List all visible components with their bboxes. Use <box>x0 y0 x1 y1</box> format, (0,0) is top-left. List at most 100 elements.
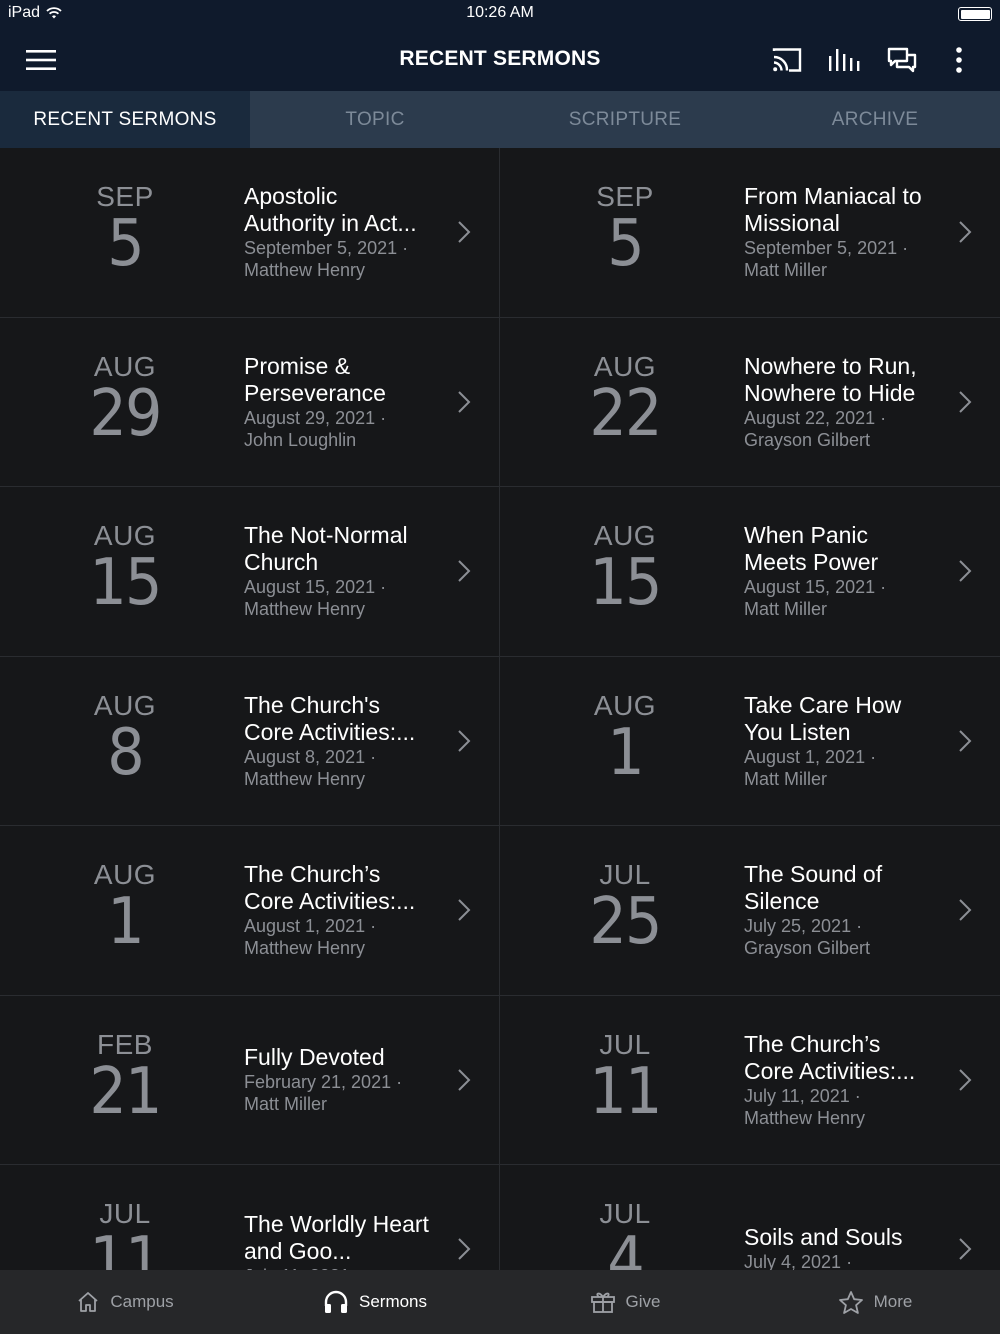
sermon-date-badge: AUG 8 <box>50 690 200 790</box>
sermon-card[interactable]: JUL 25 The Sound of Silence July 25, 2021 ·… <box>500 826 1000 996</box>
chevron-right-icon <box>959 1068 972 1091</box>
sermon-card[interactable]: AUG 8 The Church's Core Activities:... Augu… <box>0 656 500 826</box>
sermon-speaker: Matt Miller <box>744 599 828 620</box>
more-vertical-icon[interactable] <box>941 42 977 78</box>
sermon-speaker: Matthew Henry <box>244 938 366 959</box>
sermon-info: When Panic Meets Power August 15, 2021 · M… <box>744 487 930 656</box>
chevron-right-icon <box>959 221 972 243</box>
chevron-right-icon <box>458 899 471 921</box>
sermon-date: July 11, 2021 · <box>744 1085 861 1106</box>
sermon-info: The Church's Core Activities:... August 8… <box>244 657 429 826</box>
sermon-card[interactable]: AUG 22 Nowhere to Run, Nowhere to Hide Augu… <box>500 317 1000 487</box>
chevron-right-icon <box>959 729 972 752</box>
sermon-title: The Worldly Heart and Goo... <box>244 1210 429 1264</box>
bottom-tab-label: More <box>873 1292 913 1311</box>
sermon-title: Soils and Souls <box>744 1224 903 1251</box>
bottom-tab-campus[interactable]: Campus <box>0 1270 250 1334</box>
sermon-title: The Sound of Silence <box>744 861 883 915</box>
sermon-speaker: Matthew Henry <box>244 599 366 620</box>
chat-icon[interactable] <box>884 42 920 78</box>
sermon-title: When Panic Meets Power <box>744 522 879 576</box>
star-icon <box>838 1290 863 1314</box>
sermon-info: Apostolic Authority in Act... September 5… <box>244 148 429 317</box>
tab-bar: RECENT SERMONS TOPIC SCRIPTURE ARCHIVE <box>0 91 1000 148</box>
sermon-date: September 5, 2021 · <box>244 238 409 259</box>
sermon-card[interactable]: SEP 5 From Maniacal to Missional September … <box>500 148 1000 318</box>
audio-bars-icon[interactable] <box>826 42 862 78</box>
sermon-date: August 1, 2021 · <box>744 746 877 767</box>
sermon-date-badge: SEP 5 <box>550 182 700 277</box>
chevron-right-icon <box>959 1238 972 1260</box>
bottom-tab-label: Sermons <box>358 1292 428 1311</box>
battery-icon <box>958 7 992 21</box>
sermon-card[interactable]: JUL 4 Soils and Souls July 4, 2021 · <box>500 1165 1000 1270</box>
tab-topic[interactable]: TOPIC <box>250 91 500 148</box>
sermon-card[interactable]: FEB 21 Fully Devoted February 21, 2021 · Mat… <box>0 995 500 1165</box>
sermon-card[interactable]: JUL 11 The Church’s Core Activities:... Jul… <box>500 995 1000 1165</box>
chevron-right-icon <box>458 729 471 752</box>
sermon-card[interactable]: AUG 1 Take Care How You Listen August 1, 20… <box>500 656 1000 826</box>
sermon-date: August 22, 2021 · <box>744 407 887 428</box>
sermon-info: From Maniacal to Missional September 5, 2… <box>744 148 930 317</box>
sermon-date-badge: AUG 29 <box>50 351 200 451</box>
headphones-icon <box>324 1290 348 1313</box>
sermon-day: 11 <box>89 1224 162 1270</box>
sermon-card[interactable]: SEP 5 Apostolic Authority in Act... Septemb… <box>0 148 500 318</box>
sermon-title: Fully Devoted <box>244 1044 385 1071</box>
bottom-tab-give[interactable]: Give <box>500 1270 750 1334</box>
sermon-card[interactable]: AUG 1 The Church’s Core Activities:... Augu… <box>0 826 500 996</box>
sermon-info: The Church’s Core Activities:... August 1… <box>244 826 429 995</box>
sermon-date: July 25, 2021 · <box>744 916 863 937</box>
sermon-title: Promise & Perseverance <box>244 352 386 406</box>
sermon-title: The Church's Core Activities:... <box>244 691 416 745</box>
sermon-date-badge: SEP 5 <box>50 182 200 277</box>
sermon-day: 29 <box>89 376 162 451</box>
nav-bar: RECENT SERMONS <box>0 28 1000 91</box>
sermon-date: August 15, 2021 · <box>744 577 887 598</box>
home-icon <box>78 1292 98 1312</box>
tab-recent-sermons[interactable]: RECENT SERMONS <box>0 91 250 148</box>
sermon-date-badge: AUG 1 <box>550 690 700 790</box>
sermon-card[interactable]: AUG 29 Promise & Perseverance August 29, 20… <box>0 317 500 487</box>
sermon-day: 25 <box>589 885 662 959</box>
sermon-day: 8 <box>107 715 144 790</box>
sermon-speaker: Matthew Henry <box>744 1107 866 1128</box>
tab-scripture[interactable]: SCRIPTURE <box>500 91 750 148</box>
sermon-day: 22 <box>589 376 662 451</box>
sermon-day: 1 <box>107 885 144 959</box>
tab-archive[interactable]: ARCHIVE <box>750 91 1000 148</box>
bottom-tab-bar: Campus Sermons Give More <box>0 1270 1000 1334</box>
sermon-info: The Church’s Core Activities:... July 11,… <box>744 996 930 1165</box>
sermon-date: August 1, 2021 · <box>244 916 377 937</box>
status-time: 10:26 AM <box>466 4 534 21</box>
sermon-date-badge: JUL 11 <box>50 1199 200 1271</box>
chevron-right-icon <box>959 560 972 582</box>
sermon-card[interactable]: AUG 15 The Not-Normal Church August 15, 202… <box>0 487 500 657</box>
sermon-date-badge: AUG 15 <box>50 521 200 616</box>
sermon-day: 1 <box>607 715 644 790</box>
bottom-tab-sermons[interactable]: Sermons <box>250 1270 500 1334</box>
sermon-date: August 29, 2021 · <box>244 407 387 428</box>
sermon-info: The Worldly Heart and Goo...July 11, 202… <box>244 1165 429 1270</box>
sermon-day: 15 <box>589 546 662 620</box>
sermon-info: Promise & Perseverance August 29, 2021 · J… <box>244 318 429 487</box>
cast-icon[interactable] <box>769 42 805 78</box>
sermon-info: Nowhere to Run, Nowhere to Hide August 22… <box>744 318 930 487</box>
sermon-date: August 15, 2021 · <box>244 577 387 598</box>
bottom-tab-more[interactable]: More <box>750 1270 1000 1334</box>
sermon-speaker: Matthew Henry <box>244 768 366 789</box>
chevron-right-icon <box>458 560 471 582</box>
chevron-right-icon <box>458 1068 471 1091</box>
bottom-tab-label: Campus <box>110 1292 174 1311</box>
chevron-right-icon <box>959 899 972 921</box>
sermon-card[interactable]: AUG 15 When Panic Meets Power August 15, 20… <box>500 487 1000 657</box>
sermon-title: Take Care How You Listen <box>744 691 902 745</box>
chevron-right-icon <box>458 390 471 413</box>
sermon-date: August 8, 2021 · <box>244 746 377 767</box>
sermon-speaker: Matt Miller <box>744 768 828 789</box>
sermon-title: The Church’s Core Activities:... <box>244 861 416 915</box>
sermon-info: Fully Devoted February 21, 2021 · Matt Mil… <box>244 996 429 1165</box>
sermon-grid: SEP 5 Apostolic Authority in Act... Septemb… <box>0 148 1000 1270</box>
sermon-card[interactable]: JUL11 The Worldly Heart and Goo...July 11… <box>0 1165 500 1270</box>
sermon-day: 21 <box>89 1054 162 1129</box>
